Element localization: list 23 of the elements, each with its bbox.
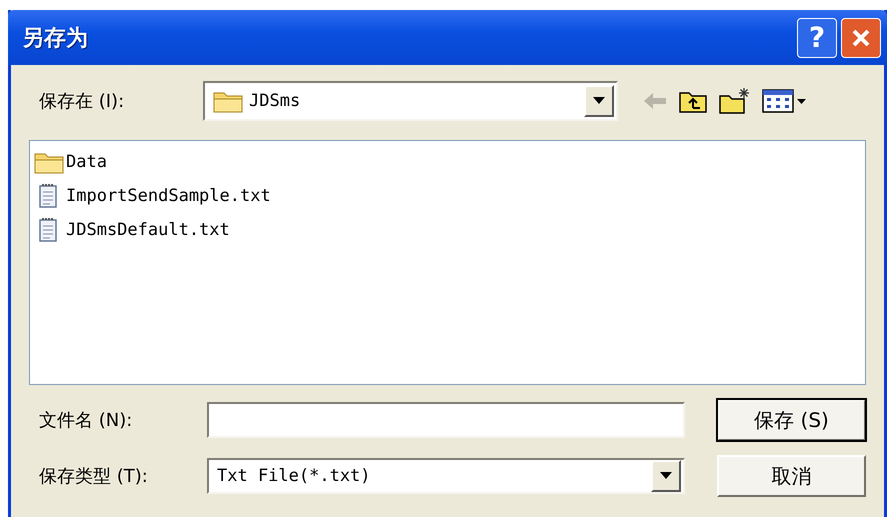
save-in-dropdown[interactable]: JDSms (203, 81, 618, 121)
caret-icon (593, 97, 605, 105)
dropdown-button[interactable] (651, 460, 681, 492)
save-type-label: 保存类型 (T): (39, 465, 149, 488)
close-icon (850, 26, 872, 48)
new-folder-icon[interactable] (718, 87, 752, 115)
file-item[interactable]: Data (34, 145, 861, 179)
window-title: 另存为 (22, 24, 88, 52)
save-in-value: JDSms (249, 91, 302, 111)
save-type-dropdown[interactable]: Txt File(*.txt) (207, 458, 685, 494)
file-item[interactable]: ImportSendSample.txt (34, 179, 861, 213)
file-item[interactable]: JDSmsDefault.txt (34, 213, 861, 247)
help-button[interactable]: ? (797, 18, 837, 58)
caret-icon (660, 472, 672, 480)
save-in-label: 保存在 (I): (38, 90, 126, 113)
save-button[interactable]: 保存 (S) (717, 399, 866, 441)
cancel-button[interactable]: 取消 (717, 455, 866, 497)
view-menu-icon[interactable] (762, 88, 808, 114)
save-type-value: Txt File(*.txt) (217, 466, 372, 486)
close-button[interactable] (841, 18, 881, 58)
file-name-label: 文件名 (N): (39, 409, 134, 432)
file-name-field[interactable] (207, 402, 685, 438)
dropdown-button[interactable] (584, 85, 614, 117)
